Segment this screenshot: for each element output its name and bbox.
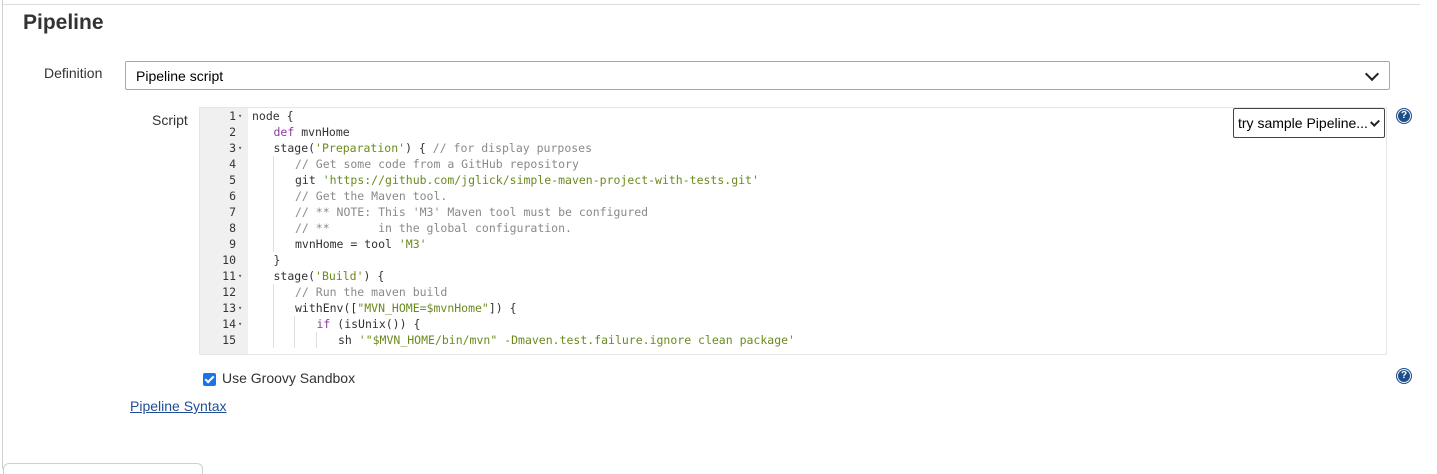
code-text: if (isUnix()) { bbox=[316, 317, 421, 331]
fold-arrow-icon[interactable]: ▾ bbox=[238, 268, 242, 284]
line-number: 1 bbox=[229, 109, 236, 123]
help-icon[interactable]: ? bbox=[1396, 108, 1412, 124]
panel-left-border bbox=[2, 0, 3, 469]
chevron-down-icon bbox=[1370, 116, 1380, 127]
indent-guide bbox=[272, 284, 274, 300]
code-text: node { bbox=[252, 109, 294, 123]
line-number: 9 bbox=[229, 237, 236, 251]
code-text: mvnHome = tool 'M3' bbox=[295, 237, 427, 251]
code-line: 6 // Get the Maven tool. bbox=[200, 188, 1386, 204]
code-line: 15 sh '"$MVN_HOME/bin/mvn" -Dmaven.test.f… bbox=[200, 332, 1386, 348]
indent-guide bbox=[272, 172, 274, 188]
indent-guide bbox=[272, 204, 274, 220]
script-editor[interactable]: 1 ▾ node {2 def mvnHome 3 ▾ stage('Preparation… bbox=[199, 107, 1387, 355]
line-number: 10 bbox=[222, 253, 236, 267]
line-number: 3 bbox=[229, 141, 236, 155]
line-number: 2 bbox=[229, 125, 236, 139]
fold-arrow-icon[interactable]: ▾ bbox=[238, 300, 242, 316]
code-text: git 'https://github.com/jglick/simple-ma… bbox=[295, 173, 759, 187]
code-line: 10} bbox=[200, 252, 1386, 268]
line-number: 6 bbox=[229, 189, 236, 203]
code-text: sh '"$MVN_HOME/bin/mvn" -Dmaven.test.fai… bbox=[338, 333, 795, 347]
fold-arrow-icon[interactable]: ▾ bbox=[238, 316, 242, 332]
code-line: 12 // Run the maven build bbox=[200, 284, 1386, 300]
sample-pipeline-select[interactable]: try sample Pipeline... bbox=[1233, 108, 1385, 138]
indent-guide bbox=[272, 156, 274, 172]
indent-guide bbox=[294, 332, 295, 348]
indent-guide bbox=[294, 316, 295, 332]
code-line: 9 mvnHome = tool 'M3' bbox=[200, 236, 1386, 252]
code-text: // ** NOTE: This 'M3' Maven tool must be… bbox=[295, 205, 649, 219]
code-text: // Get the Maven tool. bbox=[295, 189, 448, 203]
checkmark-icon bbox=[204, 373, 215, 384]
line-number: 7 bbox=[229, 205, 236, 219]
indent-guide bbox=[272, 332, 274, 348]
definition-label: Definition bbox=[44, 65, 103, 81]
code-line: 4 // Get some code from a GitHub reposito… bbox=[200, 156, 1386, 172]
sample-pipeline-select-value: try sample Pipeline... bbox=[1238, 115, 1368, 131]
code-line: 8 // ** in the global configuration. bbox=[200, 220, 1386, 236]
line-number: 13 bbox=[222, 301, 236, 315]
code-text: stage('Preparation') { // for display pu… bbox=[273, 141, 593, 155]
indent-guide bbox=[315, 332, 317, 348]
fold-arrow-icon[interactable]: ▾ bbox=[238, 108, 242, 124]
help-icon[interactable]: ? bbox=[1396, 368, 1412, 384]
code-line: 3 ▾ stage('Preparation') { // for display … bbox=[200, 140, 1386, 156]
sandbox-checkbox[interactable] bbox=[203, 373, 216, 386]
script-label: Script bbox=[152, 112, 188, 128]
indent-guide bbox=[272, 300, 274, 316]
code-text: withEnv(["MVN_HOME=$mvnHome"]) { bbox=[295, 301, 517, 315]
code-line: 13 ▾ withEnv(["MVN_HOME=$mvnHome"]) { bbox=[200, 300, 1386, 316]
line-number: 12 bbox=[222, 285, 236, 299]
line-number: 14 bbox=[222, 317, 236, 331]
definition-select[interactable]: Pipeline script bbox=[125, 61, 1390, 90]
definition-select-value: Pipeline script bbox=[136, 67, 224, 84]
indent-guide bbox=[272, 236, 274, 252]
section-title: Pipeline bbox=[23, 11, 104, 34]
indent-guide bbox=[272, 316, 274, 332]
code-text: stage('Build') { bbox=[273, 269, 385, 283]
code-text: // ** in the global configuration. bbox=[295, 221, 572, 235]
code-line: 2 def mvnHome bbox=[200, 124, 1386, 140]
groovy-sandbox-option[interactable]: Use Groovy Sandbox bbox=[203, 369, 355, 386]
line-number: 4 bbox=[229, 157, 236, 171]
panel-top-border bbox=[2, 4, 1420, 5]
code-text: } bbox=[273, 253, 281, 267]
code-text: def mvnHome bbox=[273, 125, 350, 139]
code-line: 5 git 'https://github.com/jglick/simple-m… bbox=[200, 172, 1386, 188]
code-line: 14 ▾ if (isUnix()) { bbox=[200, 316, 1386, 332]
line-number: 8 bbox=[229, 221, 236, 235]
code-text: // Get some code from a GitHub repositor… bbox=[295, 157, 579, 171]
code-line: 7 // ** NOTE: This 'M3' Maven tool must b… bbox=[200, 204, 1386, 220]
indent-guide bbox=[272, 188, 274, 204]
fold-arrow-icon[interactable]: ▾ bbox=[238, 140, 242, 156]
code-line: 11 ▾ stage('Build') { bbox=[200, 268, 1386, 284]
code-text: // Run the maven build bbox=[295, 285, 448, 299]
sandbox-label: Use Groovy Sandbox bbox=[222, 369, 356, 386]
line-number: 11 bbox=[222, 269, 236, 283]
chevron-down-icon bbox=[1364, 66, 1380, 81]
indent-guide bbox=[272, 220, 274, 236]
line-number: 5 bbox=[229, 173, 236, 187]
code-line: 1 ▾ node { bbox=[200, 108, 1386, 124]
pipeline-syntax-link[interactable]: Pipeline Syntax bbox=[130, 398, 227, 414]
line-number: 15 bbox=[222, 333, 236, 347]
